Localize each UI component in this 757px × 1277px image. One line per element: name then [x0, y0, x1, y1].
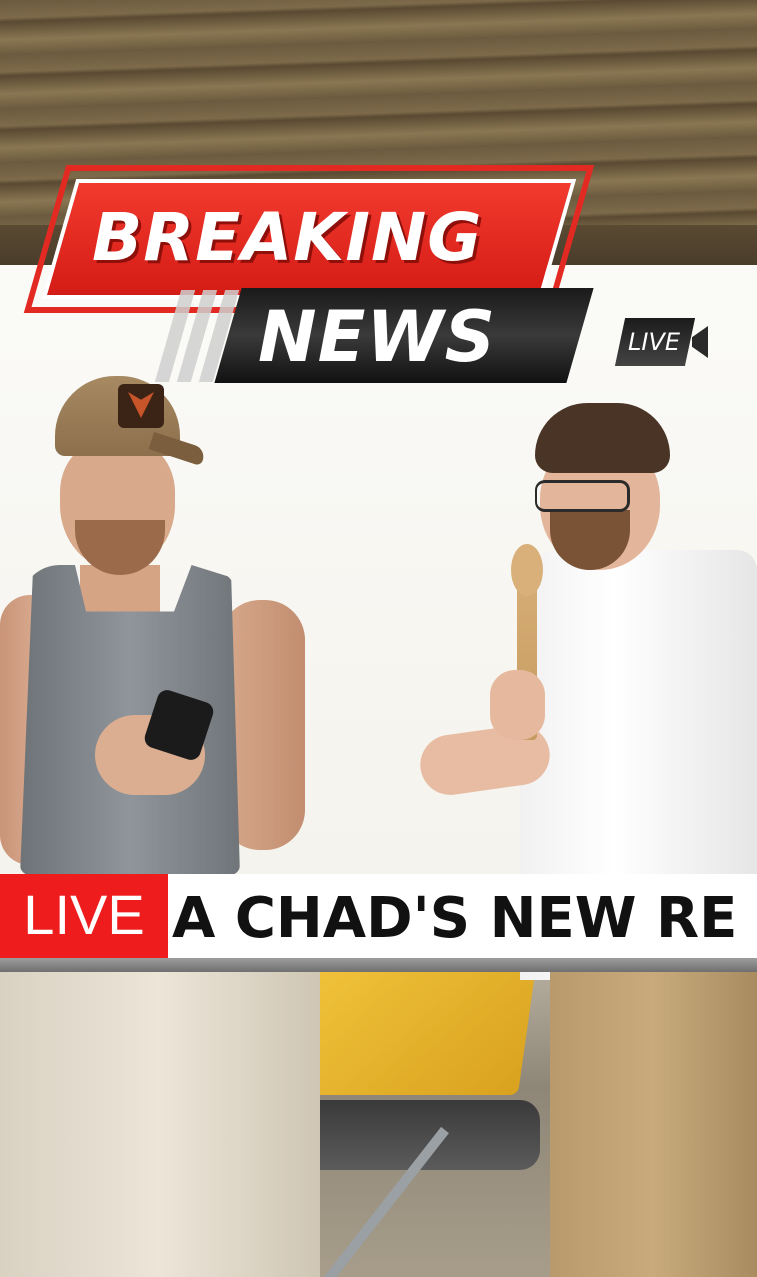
- pants: [550, 970, 757, 1277]
- ticker-shadow-bar: [0, 958, 757, 972]
- person-right: [400, 400, 757, 1277]
- person-left: [0, 370, 320, 1277]
- news-ticker: A CHAD'S NEW RE LIVE: [0, 874, 757, 960]
- fox-patch-icon: [118, 384, 164, 428]
- live-badge-label: LIVE: [628, 328, 681, 356]
- ticker-live-label: LIVE: [0, 874, 168, 960]
- hair: [535, 403, 670, 473]
- news-title: NEWS: [258, 296, 497, 378]
- fist: [490, 670, 545, 740]
- live-camera-icon: LIVE: [614, 318, 710, 366]
- ticker-headline: A CHAD'S NEW RE: [172, 886, 738, 951]
- pants: [0, 960, 320, 1277]
- glasses: [535, 480, 630, 512]
- camera-lens: [692, 326, 708, 358]
- breaking-title: BREAKING: [92, 199, 483, 276]
